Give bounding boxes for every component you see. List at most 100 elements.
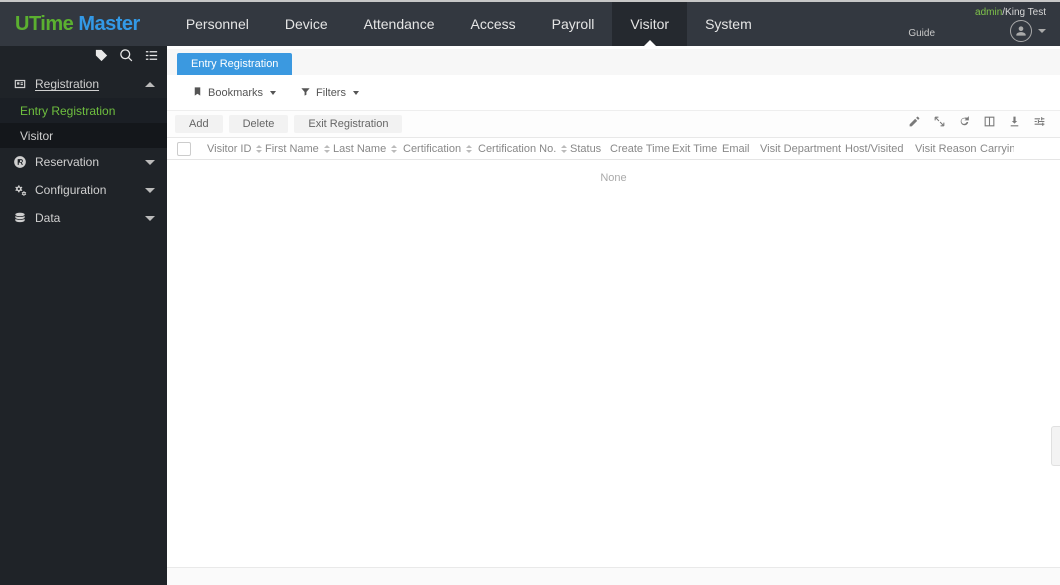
sidebar-section-registration: Registration Entry Registration Visitor <box>0 70 167 148</box>
tag-icon[interactable] <box>94 48 109 68</box>
nav-label: Payroll <box>552 16 595 32</box>
nav-attendance[interactable]: Attendance <box>346 2 453 46</box>
user-admin: admin <box>975 7 1002 18</box>
th-label: Visit Department <box>760 143 841 155</box>
sidebar-label: Configuration <box>35 183 106 197</box>
avatar-icon <box>1010 20 1032 42</box>
nav-label: Visitor <box>630 16 669 32</box>
select-all-checkbox[interactable] <box>177 142 191 156</box>
add-button[interactable]: Add <box>175 115 223 133</box>
delete-button[interactable]: Delete <box>229 115 289 133</box>
columns-icon[interactable] <box>983 115 996 133</box>
sidebar-head-registration[interactable]: Registration <box>0 70 167 98</box>
tab-label: Entry Registration <box>191 58 278 70</box>
user-menu[interactable]: admin/King Test <box>975 7 1046 42</box>
sidebar-sub-registration: Entry Registration Visitor <box>0 98 167 148</box>
filters-label: Filters <box>316 87 346 99</box>
logo-part-1: UTime <box>15 13 78 35</box>
app-header: UTime Master Personnel Device Attendance… <box>0 2 1060 46</box>
filter-icon <box>300 86 311 100</box>
sidebar-item-label: Visitor <box>20 129 53 143</box>
th-visit-department[interactable]: Visit Department <box>754 143 839 155</box>
sidebar-section-reservation: Reservation <box>0 148 167 176</box>
sidebar-label: Data <box>35 211 60 225</box>
list-icon[interactable] <box>144 48 159 68</box>
sidebar-head-reservation[interactable]: Reservation <box>0 148 167 176</box>
tab-strip: Entry Registration <box>167 49 1060 75</box>
th-status[interactable]: Status <box>564 143 604 155</box>
guide-button[interactable]: Guide <box>908 10 935 39</box>
registered-icon <box>12 155 27 169</box>
search-icon[interactable] <box>119 48 134 68</box>
th-last-name[interactable]: Last Name <box>327 143 397 155</box>
gears-icon <box>12 183 27 197</box>
guide-label: Guide <box>908 28 935 39</box>
tab-entry-registration[interactable]: Entry Registration <box>177 53 292 75</box>
action-label: Delete <box>243 118 275 130</box>
user-info-line: admin/King Test <box>975 7 1046 18</box>
nav-payroll[interactable]: Payroll <box>534 2 613 46</box>
nav-access[interactable]: Access <box>453 2 534 46</box>
footer-panel <box>167 567 1060 585</box>
side-panel-handle[interactable] <box>1051 426 1060 466</box>
body: Registration Entry Registration Visitor … <box>0 46 1060 585</box>
chevron-down-icon <box>270 91 276 95</box>
th-label: Visit Reason <box>915 143 977 155</box>
table-header: Visitor ID First Name Last Name Certific… <box>167 138 1060 160</box>
user-avatar-row <box>975 20 1046 42</box>
sidebar-item-label: Entry Registration <box>20 104 115 118</box>
th-certification[interactable]: Certification <box>397 143 472 155</box>
nav-system[interactable]: System <box>687 2 770 46</box>
th-carrying[interactable]: Carryin <box>974 143 1014 155</box>
header-right: Guide admin/King Test <box>908 2 1050 46</box>
nav-label: Personnel <box>186 16 249 32</box>
bookmarks-dropdown[interactable]: Bookmarks <box>192 86 276 100</box>
th-host-visited[interactable]: Host/Visited <box>839 143 909 155</box>
sidebar-label: Reservation <box>35 155 99 169</box>
empty-state-text: None <box>167 172 1060 184</box>
sidebar-item-visitor[interactable]: Visitor <box>0 123 167 148</box>
main-content: Entry Registration Bookmarks Filters Add… <box>167 46 1060 585</box>
sidebar-head-configuration[interactable]: Configuration <box>0 176 167 204</box>
chevron-down-icon <box>353 91 359 95</box>
nav-visitor[interactable]: Visitor <box>612 2 687 46</box>
filters-dropdown[interactable]: Filters <box>300 86 359 100</box>
th-certification-no[interactable]: Certification No. <box>472 143 564 155</box>
export-icon[interactable] <box>1008 115 1021 133</box>
th-label: Certification <box>403 143 461 155</box>
th-label: Status <box>570 143 601 155</box>
bookmarks-label: Bookmarks <box>208 87 263 99</box>
sidebar-section-data: Data <box>0 204 167 232</box>
edit-icon[interactable] <box>908 115 921 133</box>
action-label: Add <box>189 118 209 130</box>
nav-device[interactable]: Device <box>267 2 346 46</box>
logo-part-2: Master <box>78 13 139 35</box>
th-exit-time[interactable]: Exit Time <box>666 143 716 155</box>
th-visit-reason[interactable]: Visit Reason <box>909 143 974 155</box>
th-email[interactable]: Email <box>716 143 754 155</box>
id-card-icon <box>12 77 27 91</box>
th-label: Certification No. <box>478 143 556 155</box>
th-visitor-id[interactable]: Visitor ID <box>201 143 259 155</box>
th-label: Last Name <box>333 143 386 155</box>
nav-label: Attendance <box>364 16 435 32</box>
sidebar-head-data[interactable]: Data <box>0 204 167 232</box>
table-body: None <box>167 160 1060 567</box>
th-first-name[interactable]: First Name <box>259 143 327 155</box>
th-create-time[interactable]: Create Time <box>604 143 666 155</box>
chevron-up-icon <box>145 82 155 87</box>
sidebar: Registration Entry Registration Visitor … <box>0 46 167 585</box>
action-toolbar: Add Delete Exit Registration <box>167 111 1060 138</box>
exit-registration-button[interactable]: Exit Registration <box>294 115 402 133</box>
expand-icon[interactable] <box>933 115 946 133</box>
th-label: Carryin <box>980 143 1014 155</box>
main-nav: Personnel Device Attendance Access Payro… <box>168 2 770 46</box>
th-label: First Name <box>265 143 319 155</box>
refresh-icon[interactable] <box>958 115 971 133</box>
action-label: Exit Registration <box>308 118 388 130</box>
th-label: Create Time <box>610 143 670 155</box>
chevron-down-icon <box>145 160 155 165</box>
settings-sliders-icon[interactable] <box>1033 115 1046 133</box>
nav-personnel[interactable]: Personnel <box>168 2 267 46</box>
sidebar-item-entry-registration[interactable]: Entry Registration <box>0 98 167 123</box>
